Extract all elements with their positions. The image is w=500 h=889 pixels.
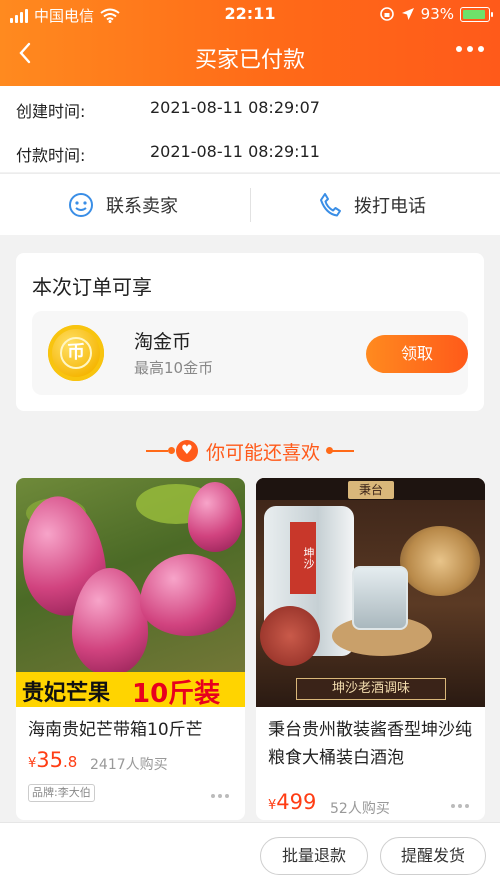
batch-refund-button[interactable]: 批量退款 (260, 837, 368, 875)
more-dots-icon[interactable] (451, 804, 469, 808)
nav-bar: 买家已付款 (0, 30, 500, 82)
status-bar: 中国电信 22:11 93% (0, 0, 500, 28)
heart-icon: ♥ (176, 440, 198, 462)
decor-dot-left (168, 447, 175, 454)
call-button[interactable]: 拨打电话 (318, 174, 426, 236)
product-image-mango[interactable]: 贵妃芒果 10斤装 (16, 478, 245, 707)
product-price: ¥499 (268, 790, 317, 814)
sold-count: 2417人购买 (90, 757, 168, 773)
coupon-card: 本次订单可享 币 淘金币 最高10金币 领取 (16, 253, 484, 411)
paid-time-row: 付款时间: 2021-08-11 08:29:11 (16, 142, 320, 166)
product-card-mango[interactable]: 贵妃芒果 10斤装 海南贵妃芒带箱10斤芒 ¥35.8 2417人购买 品牌:李… (16, 478, 245, 820)
liquor-caption: 坤沙老酒调味 (296, 678, 446, 700)
brand-tag: 品牌:李大伯 (28, 784, 95, 802)
divider (250, 188, 251, 222)
product-title: 秉台贵州散装酱香型坤沙纯粮食大桶装白酒泡 (268, 720, 472, 768)
offer-subtitle: 最高10金币 (134, 359, 214, 377)
call-label: 拨打电话 (354, 196, 426, 217)
created-time-row: 创建时间: 2021-08-11 08:29:07 (16, 98, 320, 122)
more-dots-icon (456, 46, 462, 52)
more-dots-icon[interactable] (211, 794, 229, 798)
contact-seller-button[interactable]: 联系卖家 (68, 174, 178, 236)
decor-line-left (146, 450, 168, 452)
coin-glyph: 币 (60, 337, 92, 369)
product-title: 海南贵妃芒带箱10斤芒 (28, 720, 203, 740)
gold-coin-icon: 币 (48, 325, 104, 381)
remind-ship-button[interactable]: 提醒发货 (380, 837, 486, 875)
created-time-value: 2021-08-11 08:29:07 (150, 98, 320, 117)
mango-banner-left: 贵妃芒果 (22, 681, 111, 706)
product-image-liquor[interactable]: 秉台 坤沙 坤沙老酒调味 (256, 478, 485, 707)
bottle-label: 坤沙 (290, 522, 316, 594)
nut-plate (260, 606, 320, 666)
contact-bar: 联系卖家 拨打电话 (0, 173, 500, 235)
bottom-action-bar: 批量退款 提醒发货 (0, 822, 500, 889)
taojinbi-offer: 币 淘金币 最高10金币 领取 (32, 311, 468, 395)
page-title: 买家已付款 (194, 48, 305, 73)
peanut-bowl (400, 526, 480, 596)
contact-seller-label: 联系卖家 (106, 196, 178, 217)
battery-percent: 93% (420, 5, 454, 23)
decor-line-right (332, 450, 354, 452)
liquor-badge: 秉台 (348, 481, 394, 499)
product-card-liquor[interactable]: 秉台 坤沙 坤沙老酒调味 秉台贵州散装酱香型坤沙纯粮食大桶装白酒泡 ¥499 5… (256, 478, 485, 820)
recommend-header: ♥ 你可能还喜欢 (0, 436, 500, 466)
paid-time-label: 付款时间: (16, 146, 86, 165)
rotation-lock-icon (379, 7, 394, 21)
header: 中国电信 22:11 93% 买家已付款 (0, 0, 500, 86)
coupon-heading: 本次订单可享 (32, 275, 152, 299)
paid-time-value: 2021-08-11 08:29:11 (150, 142, 320, 161)
mango-banner-right: 10斤装 (132, 679, 221, 707)
created-time-label: 创建时间: (16, 102, 86, 121)
claim-button[interactable]: 领取 (366, 335, 468, 373)
recommend-title: 你可能还喜欢 (206, 442, 321, 464)
more-button[interactable] (456, 46, 484, 52)
product-price: ¥35.8 (28, 748, 78, 772)
sold-count: 52人购买 (330, 801, 390, 817)
battery-icon (460, 6, 493, 22)
chat-face-icon (69, 193, 93, 217)
offer-name: 淘金币 (134, 331, 192, 353)
mango-banner: 贵妃芒果 10斤装 (16, 672, 245, 707)
order-info: 创建时间: 2021-08-11 08:29:07 付款时间: 2021-08-… (0, 86, 500, 172)
location-arrow-icon (401, 8, 414, 20)
phone-icon (320, 193, 341, 217)
liquor-glass (352, 566, 408, 630)
